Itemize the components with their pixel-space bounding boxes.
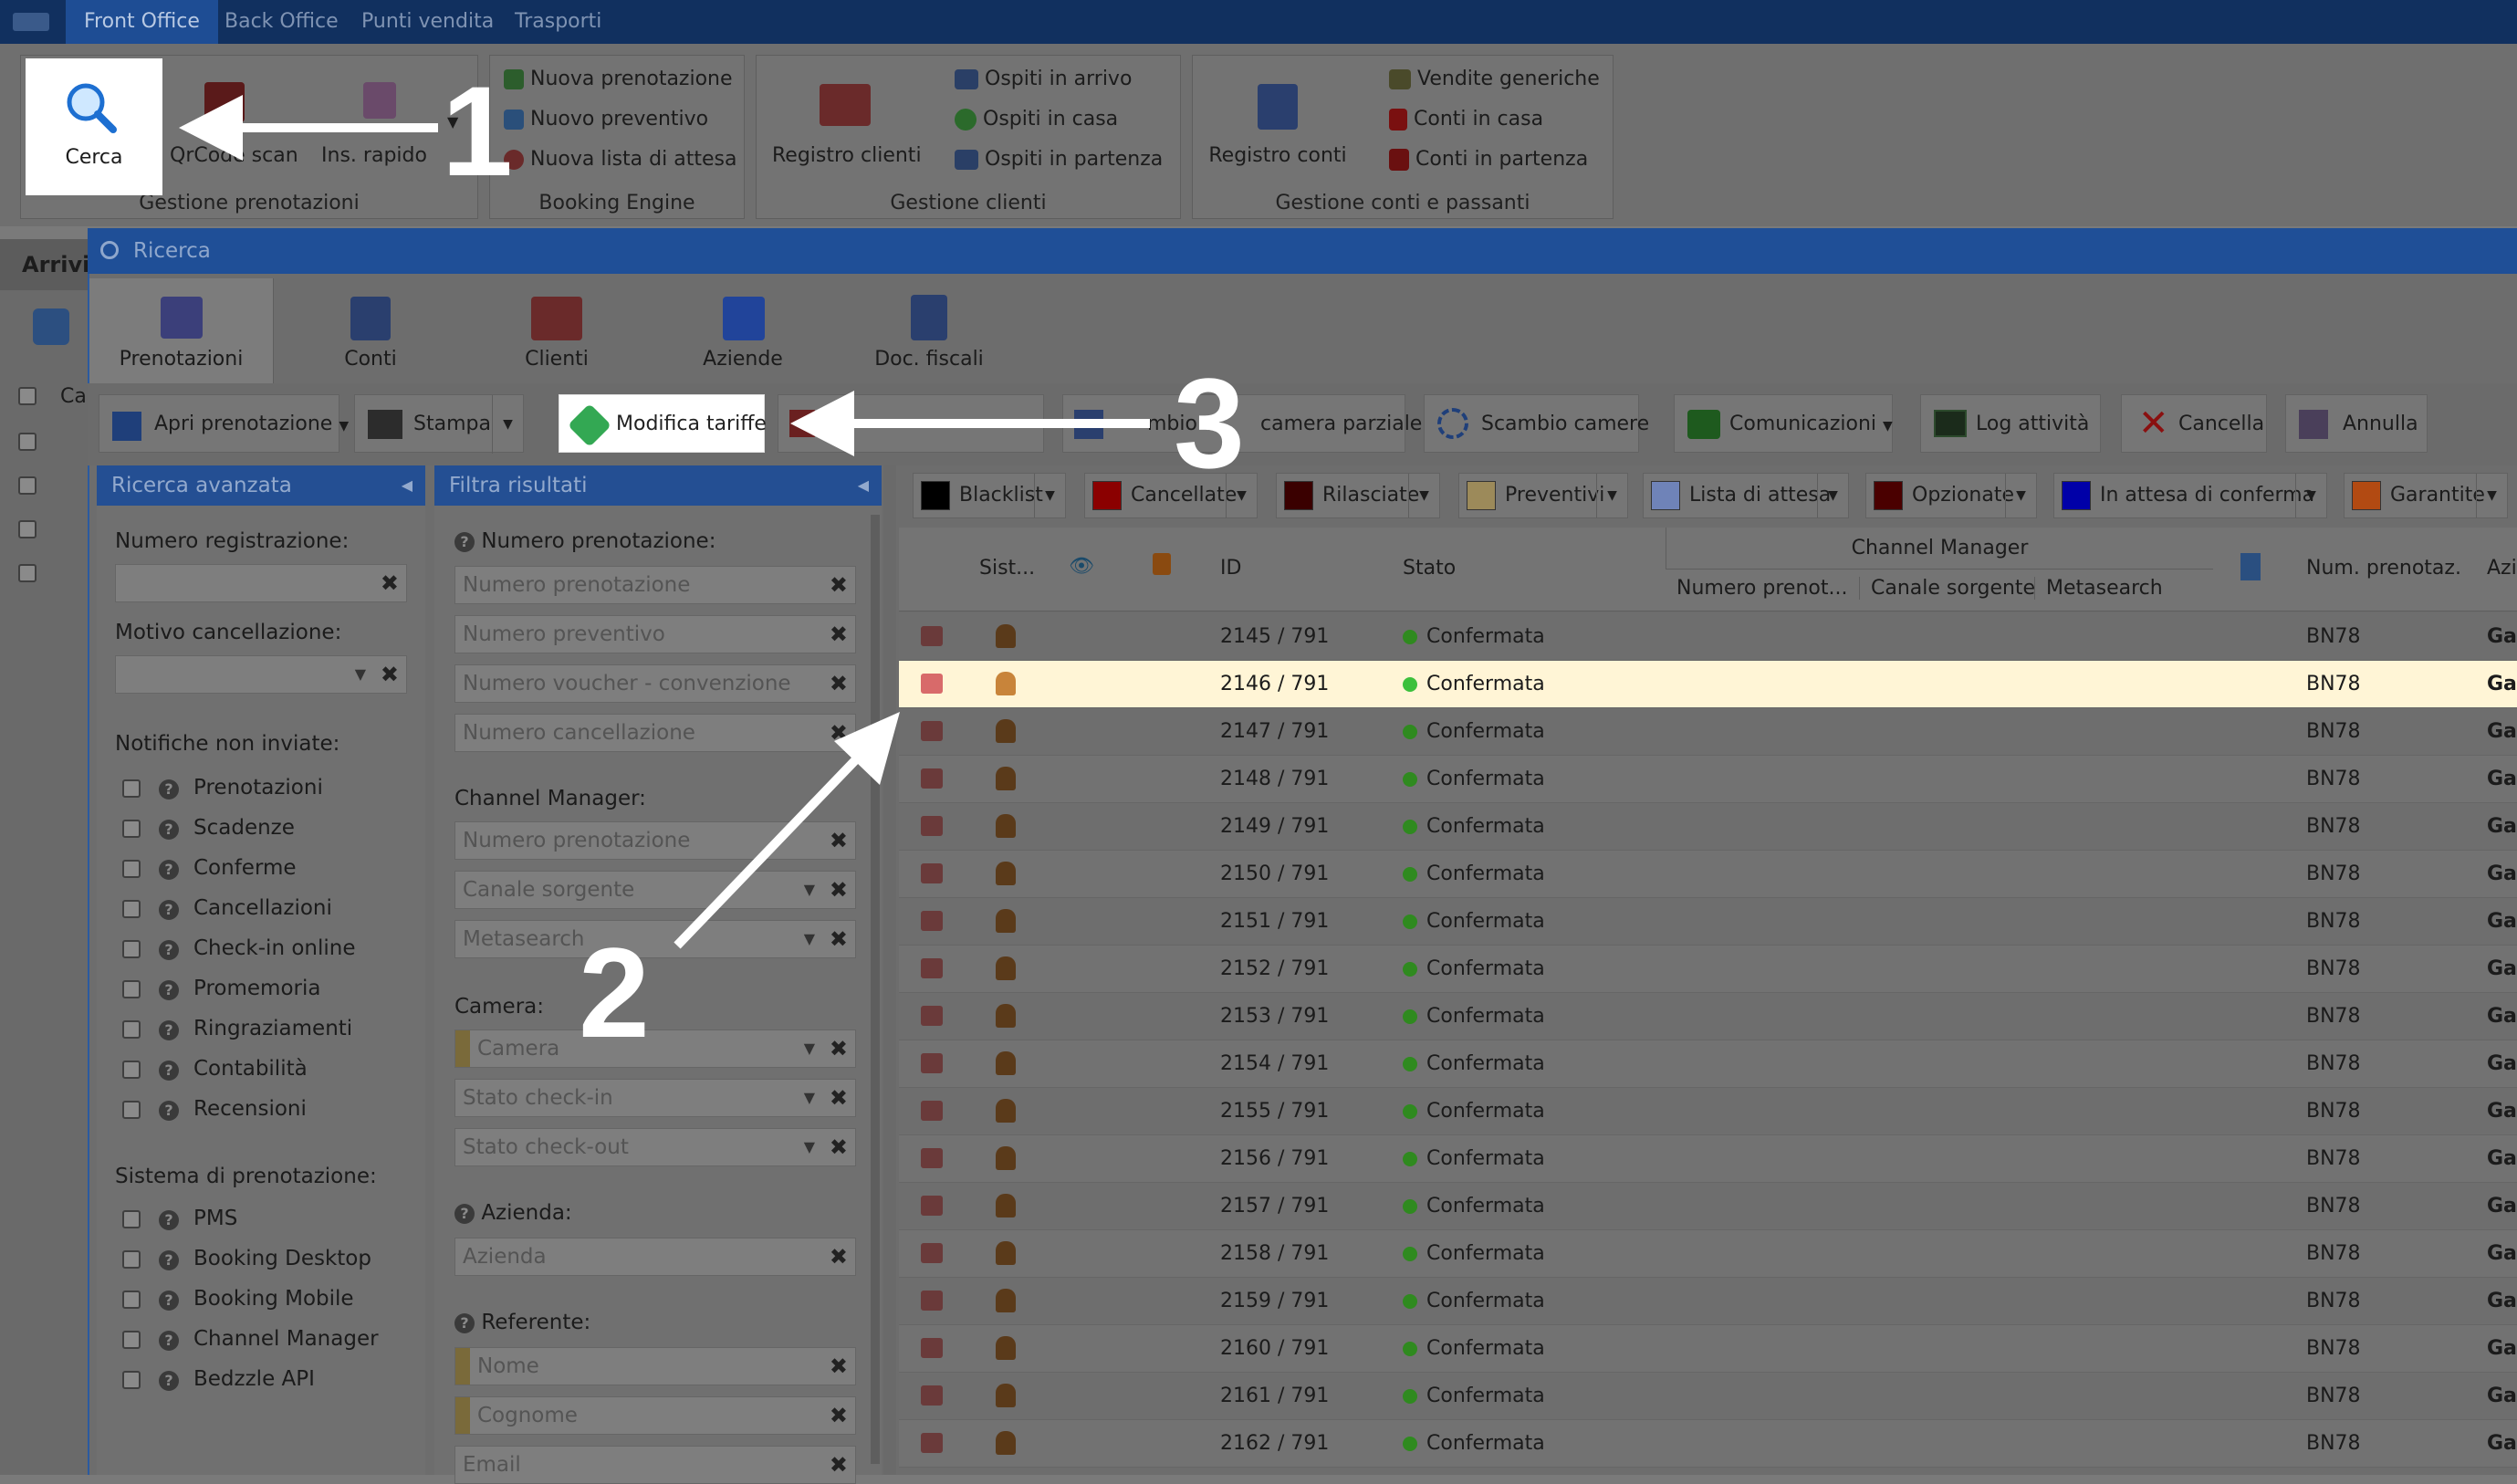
- annotation-1: 1: [442, 59, 513, 203]
- tutorial-arrows: [179, 95, 1150, 949]
- arrow-3-head: [790, 391, 854, 456]
- annotation-3: 3: [1174, 351, 1245, 495]
- annotation-2: 2: [579, 921, 650, 1064]
- arrow-2-shaft: [674, 754, 862, 949]
- arrow-1-head: [179, 95, 243, 161]
